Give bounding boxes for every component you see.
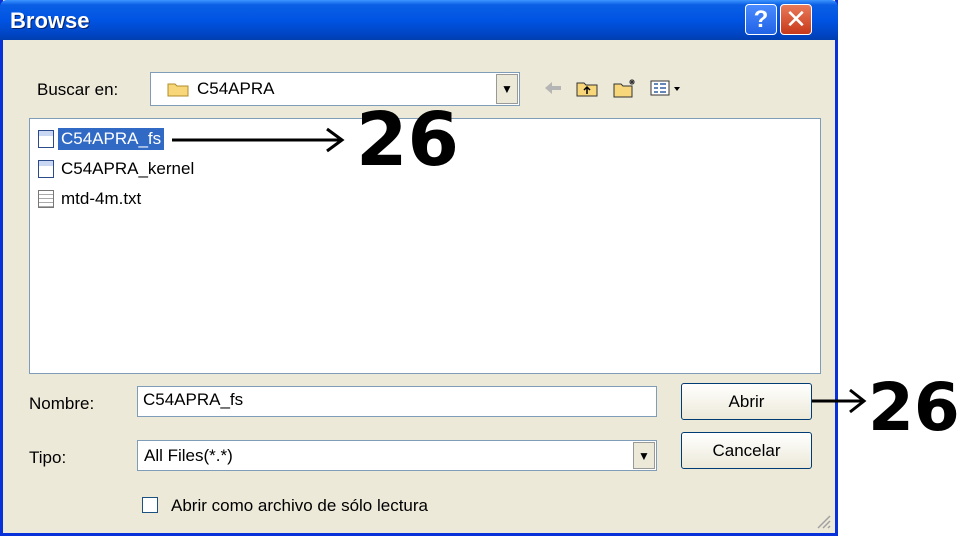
binary-file-icon (38, 130, 54, 148)
look-in-label: Buscar en: (37, 80, 119, 99)
filetype-label: Tipo: (29, 448, 67, 467)
file-name: C54APRA_fs (58, 128, 165, 150)
help-button[interactable]: ? (745, 4, 777, 35)
filetype-value: All Files(*.*) (144, 446, 233, 465)
up-folder-icon[interactable] (574, 75, 600, 101)
look-in-value: C54APRA (197, 79, 275, 98)
binary-file-icon (38, 160, 54, 178)
button-callout-number: 26 (868, 369, 960, 446)
arrow-to-open-button-icon (812, 388, 867, 414)
look-in-select[interactable]: C54APRA ▼ (150, 72, 520, 106)
filetype-select[interactable]: All Files(*.*) ▼ (137, 440, 657, 471)
filename-field[interactable]: C54APRA_fs (137, 386, 657, 417)
readonly-label: Abrir como archivo de sólo lectura (171, 496, 429, 515)
new-folder-icon[interactable] (612, 75, 638, 101)
file-name: C54APRA_kernel (61, 159, 195, 178)
list-item[interactable]: mtd-4m.txt (38, 187, 148, 211)
view-menu-icon[interactable] (647, 75, 687, 101)
resize-grip-icon[interactable] (813, 511, 831, 529)
back-arrow-icon[interactable] (540, 75, 566, 101)
chevron-down-icon[interactable]: ▼ (496, 74, 518, 104)
file-callout-number: 26 (356, 97, 459, 183)
cancel-button[interactable]: Cancelar (681, 432, 812, 469)
text-file-icon (38, 190, 54, 208)
folder-icon (167, 83, 189, 97)
readonly-checkbox[interactable] (142, 497, 158, 513)
open-button[interactable]: Abrir (681, 383, 812, 420)
filename-label: Nombre: (29, 394, 95, 413)
arrow-to-file-icon (172, 127, 345, 153)
title-bar[interactable]: Browse ? ✕ (0, 0, 838, 40)
close-button[interactable]: ✕ (780, 4, 812, 35)
list-item[interactable]: C54APRA_kernel (38, 157, 201, 181)
file-name: mtd-4m.txt (61, 189, 142, 208)
list-item[interactable]: C54APRA_fs (38, 127, 168, 151)
browse-dialog: Browse ? ✕ Buscar en: C54APRA ▼ C54APRA_… (0, 0, 838, 536)
window-title: Browse (10, 8, 90, 33)
chevron-down-icon[interactable]: ▼ (633, 442, 655, 469)
